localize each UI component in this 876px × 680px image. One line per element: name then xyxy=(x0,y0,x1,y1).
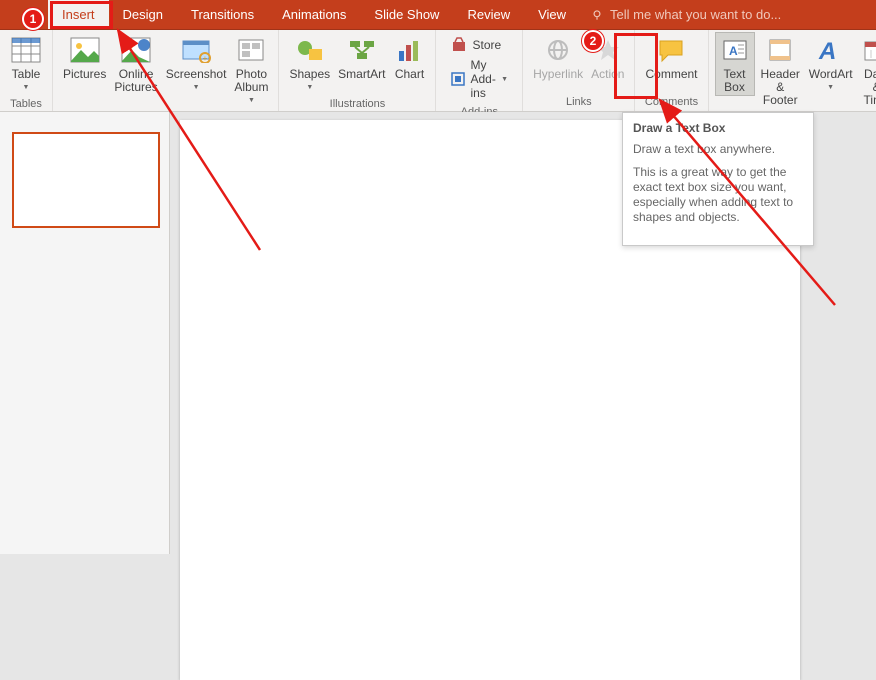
header-footer-label2: & Footer xyxy=(759,81,802,107)
comment-icon xyxy=(655,34,687,66)
group-links-label: Links xyxy=(529,94,628,111)
store-label: Store xyxy=(472,38,501,52)
pictures-icon xyxy=(69,34,101,66)
myaddins-button[interactable]: My Add-ins ▼ xyxy=(446,56,512,102)
date-time-label1: Date & xyxy=(859,68,876,94)
group-comments-label: Comments xyxy=(641,94,701,111)
date-time-button[interactable]: Date &Time xyxy=(855,32,876,109)
chart-label: Chart xyxy=(395,68,424,81)
group-illustrations-label: Illustrations xyxy=(285,96,429,113)
tell-me-search[interactable]: Tell me what you want to do... xyxy=(590,0,781,29)
online-pictures-label2: Pictures xyxy=(114,81,157,94)
screenshot-icon: + xyxy=(180,34,212,66)
hyperlink-button[interactable]: Hyperlink xyxy=(529,32,587,83)
chevron-down-icon: ▼ xyxy=(306,81,313,94)
screenshot-label: Screenshot xyxy=(166,68,227,81)
date-time-icon xyxy=(861,34,876,66)
textbox-icon: A xyxy=(719,34,751,66)
chevron-down-icon: ▼ xyxy=(501,76,508,83)
shapes-icon xyxy=(294,34,326,66)
photo-album-icon xyxy=(235,34,267,66)
store-icon xyxy=(450,36,468,54)
wordart-label: WordArt xyxy=(809,68,853,81)
tooltip-textbox: Draw a Text Box Draw a text box anywhere… xyxy=(622,112,814,246)
chevron-down-icon: ▼ xyxy=(234,94,268,107)
tab-view[interactable]: View xyxy=(524,0,580,29)
chevron-down-icon: ▼ xyxy=(193,81,200,94)
hyperlink-icon xyxy=(542,34,574,66)
action-button[interactable]: Action xyxy=(587,32,628,83)
myaddins-label: My Add-ins xyxy=(470,58,497,100)
table-icon xyxy=(10,34,42,66)
textbox-label2: Box xyxy=(724,81,745,94)
tell-me-placeholder: Tell me what you want to do... xyxy=(610,7,781,22)
table-button[interactable]: Table▼ xyxy=(6,32,46,96)
tooltip-line2: This is a great way to get the exact tex… xyxy=(633,165,803,225)
store-button[interactable]: Store xyxy=(446,34,512,56)
tab-transitions[interactable]: Transitions xyxy=(177,0,268,29)
group-tables-label: Tables xyxy=(6,96,46,113)
online-pictures-icon xyxy=(120,34,152,66)
photo-album-label2: Album xyxy=(234,81,268,94)
pictures-label: Pictures xyxy=(63,68,106,81)
slide-thumbnail-panel[interactable] xyxy=(0,112,170,554)
svg-text:+: + xyxy=(203,54,208,63)
table-label: Table xyxy=(12,68,41,81)
wordart-icon: A xyxy=(815,34,847,66)
screenshot-button[interactable]: + Screenshot▼ xyxy=(162,32,231,96)
smartart-button[interactable]: SmartArt xyxy=(334,32,389,83)
chart-icon xyxy=(393,34,425,66)
textbox-button[interactable]: A TextBox xyxy=(715,32,755,96)
group-illustrations: Shapes▼ SmartArt Chart Illustrations xyxy=(279,30,436,111)
ribbon-insert: Table▼ Tables Pictures OnlinePictures + … xyxy=(0,30,876,112)
tab-animations[interactable]: Animations xyxy=(268,0,360,29)
chevron-down-icon: ▼ xyxy=(827,81,834,94)
smartart-label: SmartArt xyxy=(338,68,385,81)
action-label: Action xyxy=(591,68,624,81)
group-links: Hyperlink Action Links xyxy=(523,30,635,111)
lightbulb-icon xyxy=(590,8,604,22)
header-footer-button[interactable]: Header& Footer xyxy=(755,32,806,109)
group-tables: Table▼ Tables xyxy=(0,30,53,111)
tab-insert[interactable]: Insert xyxy=(48,0,109,29)
shapes-label: Shapes xyxy=(289,68,330,81)
comment-label: Comment xyxy=(645,68,697,81)
wordart-button[interactable]: A WordArt▼ xyxy=(806,32,855,96)
tooltip-line1: Draw a text box anywhere. xyxy=(633,142,803,157)
shapes-button[interactable]: Shapes▼ xyxy=(285,32,334,96)
svg-text:A: A xyxy=(729,44,738,58)
group-comments: Comment Comments xyxy=(635,30,708,111)
chevron-down-icon: ▼ xyxy=(23,81,30,94)
tooltip-title: Draw a Text Box xyxy=(633,121,803,136)
tab-slideshow[interactable]: Slide Show xyxy=(360,0,453,29)
hyperlink-label: Hyperlink xyxy=(533,68,583,81)
slide-thumbnail-1[interactable] xyxy=(12,132,160,228)
date-time-label2: Time xyxy=(864,94,876,107)
tab-review[interactable]: Review xyxy=(453,0,524,29)
group-text: A TextBox Header& Footer A WordArt▼ Date… xyxy=(709,30,876,111)
header-footer-icon xyxy=(764,34,796,66)
smartart-icon xyxy=(346,34,378,66)
svg-text:A: A xyxy=(818,38,836,63)
photo-album-button[interactable]: PhotoAlbum ▼ xyxy=(230,32,272,109)
myaddins-icon xyxy=(450,70,466,88)
chart-button[interactable]: Chart xyxy=(389,32,429,83)
tab-design[interactable]: Design xyxy=(109,0,177,29)
online-pictures-button[interactable]: OnlinePictures xyxy=(110,32,161,96)
group-addins: Store My Add-ins ▼ Add-ins xyxy=(436,30,523,111)
pictures-button[interactable]: Pictures xyxy=(59,32,110,83)
ribbon-tabbar: Insert Design Transitions Animations Sli… xyxy=(0,0,876,30)
group-images: Pictures OnlinePictures + Screenshot▼ Ph… xyxy=(53,30,279,111)
action-icon xyxy=(592,34,624,66)
comment-button[interactable]: Comment xyxy=(641,32,701,83)
